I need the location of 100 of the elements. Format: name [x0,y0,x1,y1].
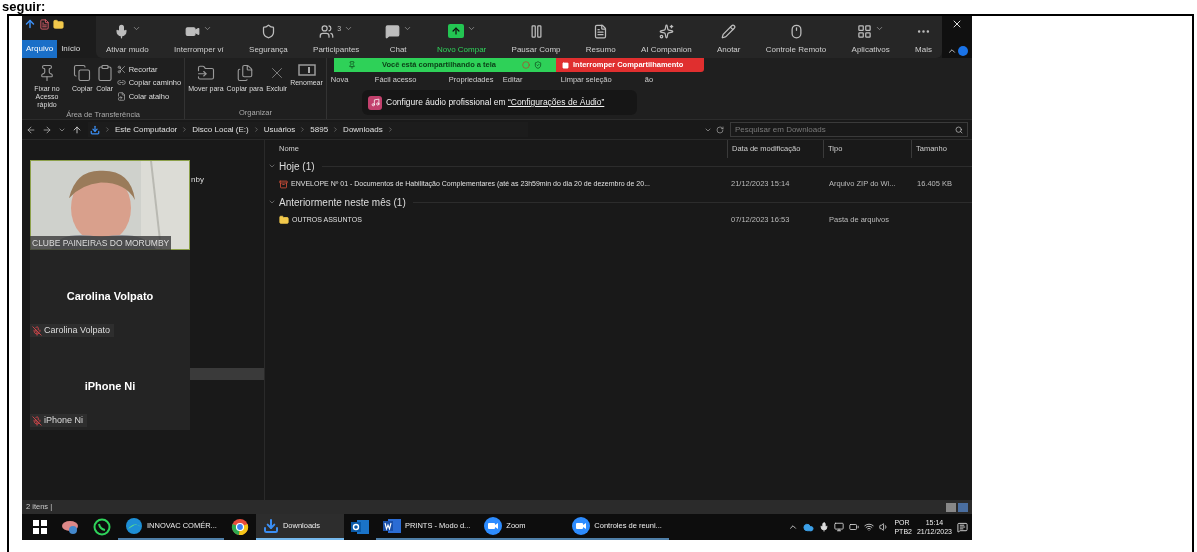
participant-name: Carolina Volpato [44,323,111,337]
toolbar-button[interactable]: Novo Compar [436,24,487,56]
breadcrumb[interactable]: Usuários [263,123,296,136]
breadcrumb[interactable]: 5895 [310,123,329,136]
toolbar-button[interactable]: Interromper ví [174,24,224,56]
microphone-icon[interactable] [819,522,830,532]
shortcut-icon [116,91,126,101]
participants-icon [319,24,335,39]
network-icon[interactable] [864,522,875,532]
zoom-icon [484,517,503,535]
toolbar-button[interactable]: Pausar Comp [511,24,561,56]
music-icon [368,95,382,110]
camera-icon [185,24,201,39]
forward-icon[interactable] [42,124,52,135]
close-icon[interactable] [951,18,963,30]
toolbar-button[interactable]: Anotar [716,24,741,56]
participant-title: iPhone Ni [84,378,136,394]
group-header[interactable]: Anteriormente neste mês (1) [279,194,406,210]
monitor-icon[interactable] [834,522,845,532]
participant-name: CLUBE PAINEIRAS DO MORUMBY [30,236,172,250]
apps-icon [857,24,873,39]
tip-text: Configure áudio profissional em “Configurações de Áudio” [386,96,605,109]
toolbar-button[interactable]: Aplicativos [851,24,890,56]
search-field[interactable]: Pesquisar em Downloads [730,122,968,137]
volume-icon[interactable] [879,522,890,532]
shield-icon [534,61,542,69]
search-icon [955,125,963,134]
document-icon[interactable] [39,18,50,30]
shield-icon [260,24,276,39]
battery-icon[interactable] [849,522,860,532]
chevron-icon[interactable] [788,522,799,532]
notification-icon[interactable] [957,521,968,533]
microphone-icon [113,24,129,39]
breadcrumb[interactable]: Downloads [343,123,383,136]
folder-icon [196,64,215,82]
refresh-icon[interactable] [716,125,724,134]
ribbon-tab[interactable]: Arquivo [22,40,58,58]
separator-icon [252,126,260,133]
chat-icon [384,24,400,39]
group-header[interactable]: Hoje (1) [279,158,315,174]
folder-icon[interactable] [53,18,64,30]
clipboard-icon [95,64,114,82]
ribbon-tab[interactable]: Início [57,40,85,58]
outlook-icon [350,519,369,535]
search-input[interactable]: Pesquisar em Downloads [735,123,915,136]
sparkle-icon [658,24,674,39]
mouse-icon [788,24,804,39]
stop-icon [562,61,569,69]
toolbar-button[interactable]: Controle Remoto [765,24,827,56]
chrome-icon [230,518,249,536]
copy-icon [73,64,92,82]
participant-title: Carolina Volpato [66,288,154,304]
help-icon[interactable] [957,46,968,56]
up-icon[interactable] [72,124,82,135]
collapse-icon[interactable] [946,46,957,56]
settings-link[interactable]: “Configurações de Áudio” [507,97,605,108]
record-icon [522,61,530,69]
folder-icon [279,215,289,225]
whatsapp-icon [93,518,111,536]
download-icon [262,518,279,534]
chevron-icon[interactable] [268,162,276,170]
browser-icon [125,517,143,535]
word-icon [382,518,401,534]
files-icon [235,64,254,82]
breadcrumb[interactable]: Este Computador [115,123,178,136]
scissors-icon [116,65,126,75]
breadcrumb[interactable]: Disco Local (E:) [192,123,249,136]
pin-icon[interactable] [348,61,356,69]
download-icon [90,124,100,135]
pin-icon [38,64,56,82]
caption-text: seguir: [2,0,46,14]
pencil-icon [721,24,737,39]
toolbar-button[interactable]: Chat [384,24,412,56]
toolbar-button[interactable]: Ativar mudo [106,24,149,56]
pause-icon [528,24,544,39]
document-icon [593,24,609,39]
separator-icon [386,126,394,133]
app-icon [61,519,79,535]
details-view-icon[interactable] [946,502,956,512]
toolbar-button[interactable]: Mais [915,24,932,56]
thumbnail-view-icon[interactable] [958,502,968,512]
rename-icon [297,64,316,76]
back-icon[interactable] [26,124,36,135]
separator-icon [332,126,340,133]
participant-name: iPhone Ni [44,413,84,427]
separator-icon [104,126,111,133]
zoom-icon [572,517,591,535]
link-icon [116,78,126,88]
chevron-icon[interactable] [268,198,276,206]
download-icon[interactable] [24,18,36,30]
toolbar-button[interactable]: AI Companion [640,24,692,56]
windows-icon [33,520,47,534]
nav-item[interactable]: nby [191,174,204,186]
separator-icon [299,126,307,133]
separator-icon [181,126,189,133]
archive-icon [279,179,288,189]
toolbar-button[interactable]: Resumo [585,24,616,56]
cloud-icon[interactable] [803,521,815,533]
toolbar-button[interactable]: Segurança [249,24,288,56]
share-icon [447,24,464,38]
